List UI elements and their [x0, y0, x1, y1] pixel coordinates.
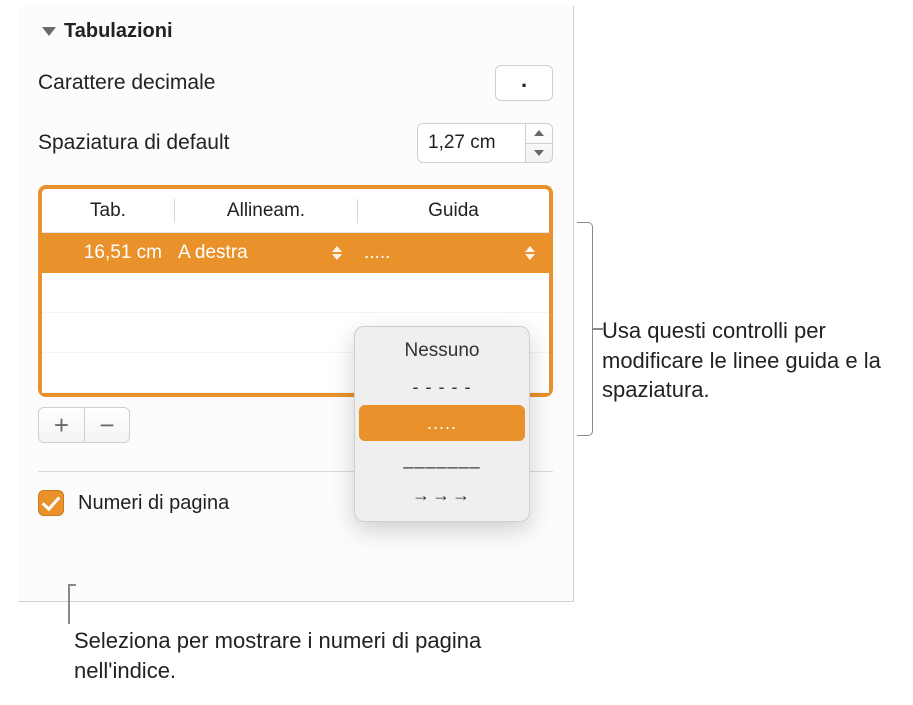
alignment-value: A destra: [178, 242, 248, 264]
header-leader[interactable]: Guida: [358, 200, 549, 222]
leader-option-none[interactable]: Nessuno: [359, 333, 525, 369]
tab-stop-value[interactable]: 16,51 cm: [42, 242, 174, 264]
leader-option-dots[interactable]: .....: [359, 405, 525, 441]
table-header: Tab. Allineam. Guida: [42, 189, 549, 233]
leader-option-arrows[interactable]: →→→: [359, 477, 525, 513]
default-spacing-control: 1,27 cm: [417, 123, 553, 163]
page-numbers-checkbox[interactable]: [38, 490, 64, 516]
leader-select[interactable]: .....: [356, 242, 549, 264]
callout-pointer: [68, 584, 70, 624]
default-spacing-row: Spaziatura di default 1,27 cm: [38, 123, 553, 163]
header-align[interactable]: Allineam.: [175, 200, 357, 222]
chevron-down-icon: [42, 27, 56, 36]
leader-option-dashes[interactable]: - - - - -: [359, 369, 525, 405]
stepper-down-icon[interactable]: [526, 144, 552, 163]
decimal-character-row: Carattere decimale .: [38, 65, 553, 101]
decimal-character-input[interactable]: .: [495, 65, 553, 101]
leader-value: .....: [364, 242, 390, 264]
leader-popup: Nessuno - - - - - ..... _______ →→→: [354, 326, 530, 522]
decimal-character-label: Carattere decimale: [38, 71, 215, 95]
leader-option-underscore[interactable]: _______: [359, 441, 525, 477]
stepper-up-icon[interactable]: [526, 124, 552, 144]
table-row[interactable]: 16,51 cm A destra .....: [42, 233, 549, 273]
callout-bracket: [577, 222, 593, 436]
select-arrows-icon: [332, 246, 348, 260]
alignment-select[interactable]: A destra: [174, 242, 356, 264]
header-tab[interactable]: Tab.: [42, 200, 174, 222]
section-title: Tabulazioni: [64, 20, 173, 43]
callout-leader-spacing: Usa questi controlli per modificare le l…: [602, 316, 897, 405]
default-spacing-input[interactable]: 1,27 cm: [417, 123, 525, 163]
default-spacing-label: Spaziatura di default: [38, 131, 229, 155]
section-header[interactable]: Tabulazioni: [38, 20, 553, 43]
select-arrows-icon: [525, 246, 541, 260]
add-tab-button[interactable]: +: [38, 407, 84, 443]
default-spacing-stepper[interactable]: [525, 123, 553, 163]
page-numbers-label: Numeri di pagina: [78, 492, 229, 515]
callout-page-numbers: Seleziona per mostrare i numeri di pagin…: [74, 626, 504, 685]
remove-tab-button[interactable]: −: [84, 407, 130, 443]
